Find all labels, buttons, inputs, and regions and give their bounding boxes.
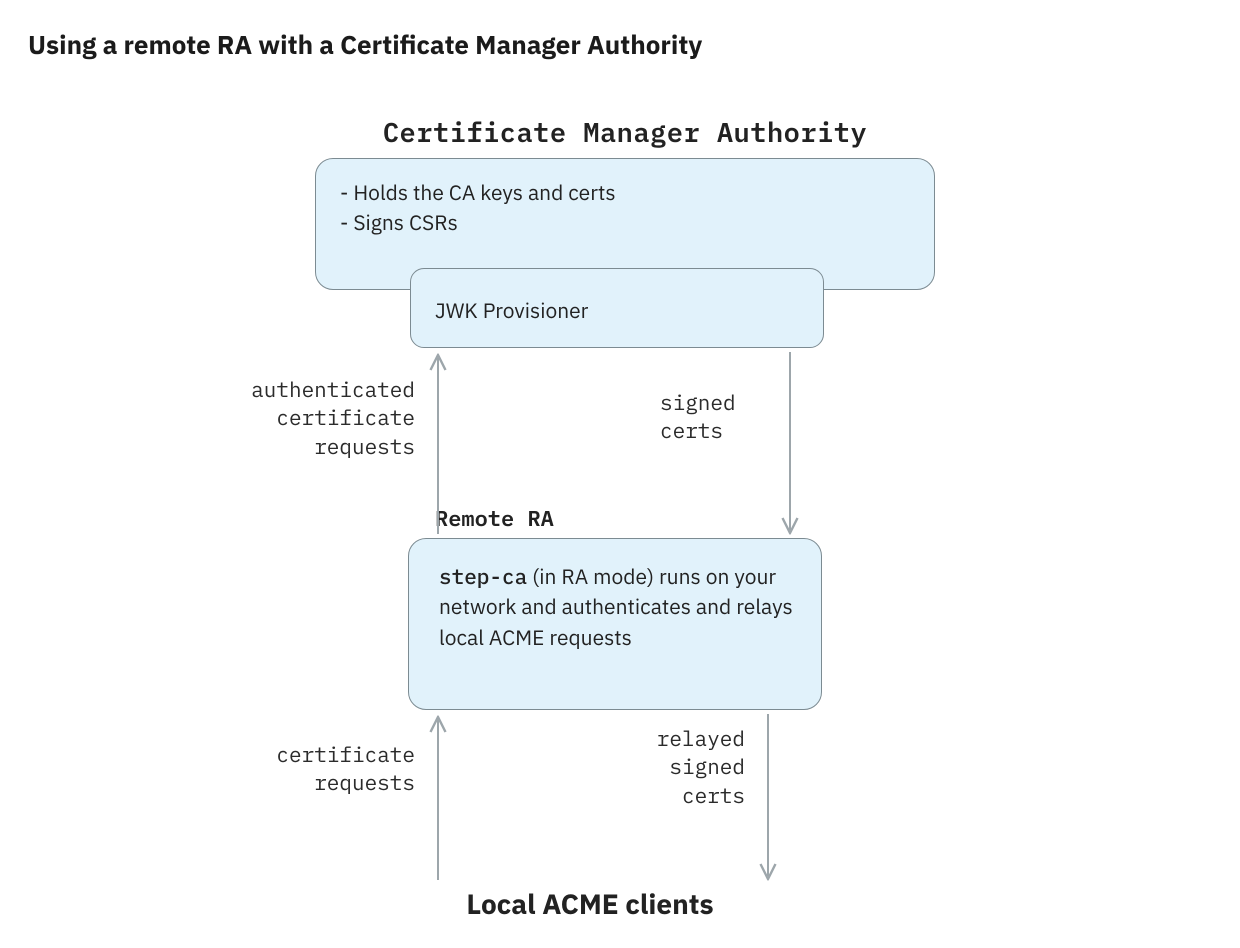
label-certificate-requests: certificate requests: [260, 740, 415, 797]
label-signed-certs: signed certs: [660, 388, 800, 445]
jwk-label: JWK Provisioner: [435, 295, 799, 325]
remote-ra-body: step-ca (in RA mode) runs on your networ…: [439, 561, 797, 652]
label-authenticated-requests: authenticated certificate requests: [220, 375, 415, 460]
cma-heading: Certificate Manager Authority: [315, 115, 935, 150]
step-ca-code: step-ca: [439, 562, 527, 590]
remote-ra-heading: Remote RA: [435, 504, 595, 533]
jwk-provisioner-box: JWK Provisioner: [410, 268, 824, 348]
page-title: Using a remote RA with a Certificate Man…: [28, 28, 702, 62]
label-relayed-signed-certs: relayed signed certs: [630, 724, 745, 809]
cma-body: - Holds the CA keys and certs - Signs CS…: [340, 177, 910, 238]
remote-ra-box: step-ca (in RA mode) runs on your networ…: [408, 538, 822, 710]
local-acme-clients-heading: Local ACME clients: [390, 885, 790, 922]
cma-body-line: - Holds the CA keys and certs: [340, 177, 910, 207]
diagram-stage: Certificate Manager Authority - Holds th…: [0, 90, 1240, 948]
cma-body-line: - Signs CSRs: [340, 207, 910, 237]
